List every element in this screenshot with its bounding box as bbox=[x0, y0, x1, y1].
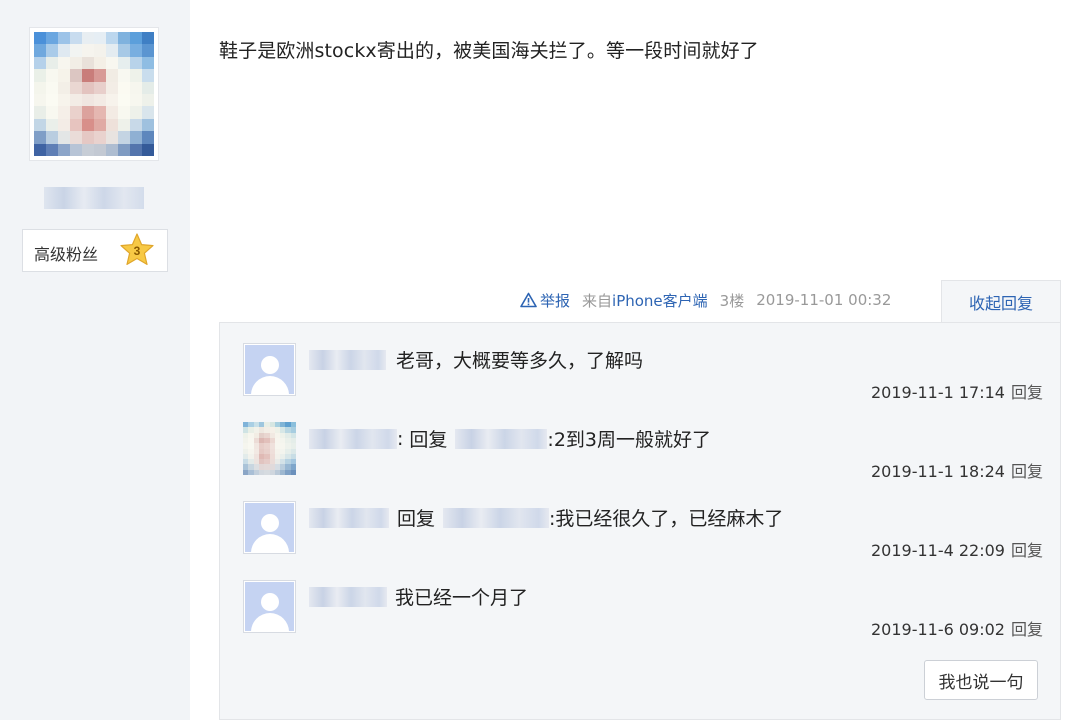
reply-avatar[interactable] bbox=[243, 422, 296, 475]
username-blurred[interactable] bbox=[309, 586, 387, 607]
avatar-mosaic-image bbox=[243, 422, 296, 475]
reply-content: 回复 :我已经很久了，已经麻木了 bbox=[309, 504, 783, 531]
reply-content: : 回复 :2到3周一般就好了 bbox=[309, 425, 711, 452]
author-avatar[interactable] bbox=[29, 27, 159, 161]
reply-avatar[interactable] bbox=[243, 580, 296, 633]
reply-to-word: 回复 bbox=[397, 508, 436, 530]
reply-button[interactable]: 回复 bbox=[1011, 620, 1043, 639]
colon-separator: : bbox=[397, 427, 404, 450]
reply-avatar[interactable] bbox=[243, 343, 296, 396]
reply-footer: 2019-11-1 18:24 回复 bbox=[871, 458, 1043, 482]
client-link[interactable]: iPhone客户端 bbox=[612, 292, 708, 310]
warning-icon bbox=[520, 292, 537, 308]
reply-to-username-blurred[interactable] bbox=[455, 428, 548, 449]
username-blurred[interactable] bbox=[309, 428, 397, 449]
reply-text: :2到3周一般就好了 bbox=[547, 429, 712, 451]
reply-footer: 2019-11-4 22:09 回复 bbox=[871, 537, 1043, 561]
reply-panel: 老哥，大概要等多久，了解吗 2019-11-1 17:14 回复 : 回复 :2到… bbox=[219, 322, 1061, 720]
fan-level-label: 高级粉丝 bbox=[34, 245, 99, 264]
fan-level-badge[interactable]: 高级粉丝 3 bbox=[22, 229, 168, 272]
reply-button[interactable]: 回复 bbox=[1011, 541, 1043, 560]
star-level-number: 3 bbox=[134, 244, 141, 258]
add-reply-button[interactable]: 我也说一句 bbox=[924, 660, 1038, 700]
reply-time: 2019-11-6 09:02 bbox=[870, 620, 1005, 639]
floor-number: 3楼 bbox=[719, 291, 745, 310]
username-blurred[interactable] bbox=[309, 507, 389, 528]
reply-text: 我已经一个月了 bbox=[395, 587, 529, 609]
post-floor: 高级粉丝 3 鞋子是欧洲stockx寄出的，被美国海关拦了。等一段时间就好了 举… bbox=[0, 0, 1080, 720]
reply-footer: 2019-11-6 09:02 回复 bbox=[871, 616, 1043, 640]
reply-footer: 2019-11-1 17:14 回复 bbox=[871, 379, 1043, 403]
author-name-blurred[interactable] bbox=[44, 187, 144, 209]
reply-to-word: 回复 bbox=[409, 429, 448, 451]
reply-time: 2019-11-4 22:09 bbox=[870, 541, 1005, 560]
client-prefix: 来自 bbox=[582, 291, 613, 310]
reply-button[interactable]: 回复 bbox=[1011, 383, 1043, 402]
post-meta: 举报 来自iPhone客户端 3楼 2019-11-01 00:32 bbox=[520, 289, 903, 311]
default-user-icon bbox=[245, 503, 294, 552]
reply-time: 2019-11-1 17:14 bbox=[870, 383, 1005, 402]
reply-text: :我已经很久了，已经麻木了 bbox=[549, 508, 784, 530]
reply-time: 2019-11-1 18:24 bbox=[870, 462, 1005, 481]
reply-to-username-blurred[interactable] bbox=[443, 507, 550, 528]
report-link[interactable]: 举报 bbox=[520, 290, 570, 311]
reply-content: 老哥，大概要等多久，了解吗 bbox=[309, 346, 643, 373]
report-label: 举报 bbox=[540, 291, 571, 310]
reply-text: 老哥，大概要等多久，了解吗 bbox=[396, 350, 644, 372]
post-timestamp: 2019-11-01 00:32 bbox=[756, 291, 892, 309]
username-blurred[interactable] bbox=[309, 349, 386, 370]
reply-button[interactable]: 回复 bbox=[1011, 462, 1043, 481]
post-content: 鞋子是欧洲stockx寄出的，被美国海关拦了。等一段时间就好了 bbox=[219, 40, 759, 62]
collapse-replies-button[interactable]: 收起回复 bbox=[941, 280, 1061, 323]
default-user-icon bbox=[245, 345, 294, 394]
star-level-icon: 3 bbox=[120, 233, 154, 265]
avatar-mosaic-image bbox=[34, 32, 154, 156]
default-user-icon bbox=[245, 582, 294, 631]
reply-avatar[interactable] bbox=[243, 501, 296, 554]
client-source: 来自iPhone客户端 bbox=[582, 290, 708, 311]
reply-content: 我已经一个月了 bbox=[309, 583, 528, 610]
author-sidebar: 高级粉丝 3 bbox=[0, 0, 190, 720]
